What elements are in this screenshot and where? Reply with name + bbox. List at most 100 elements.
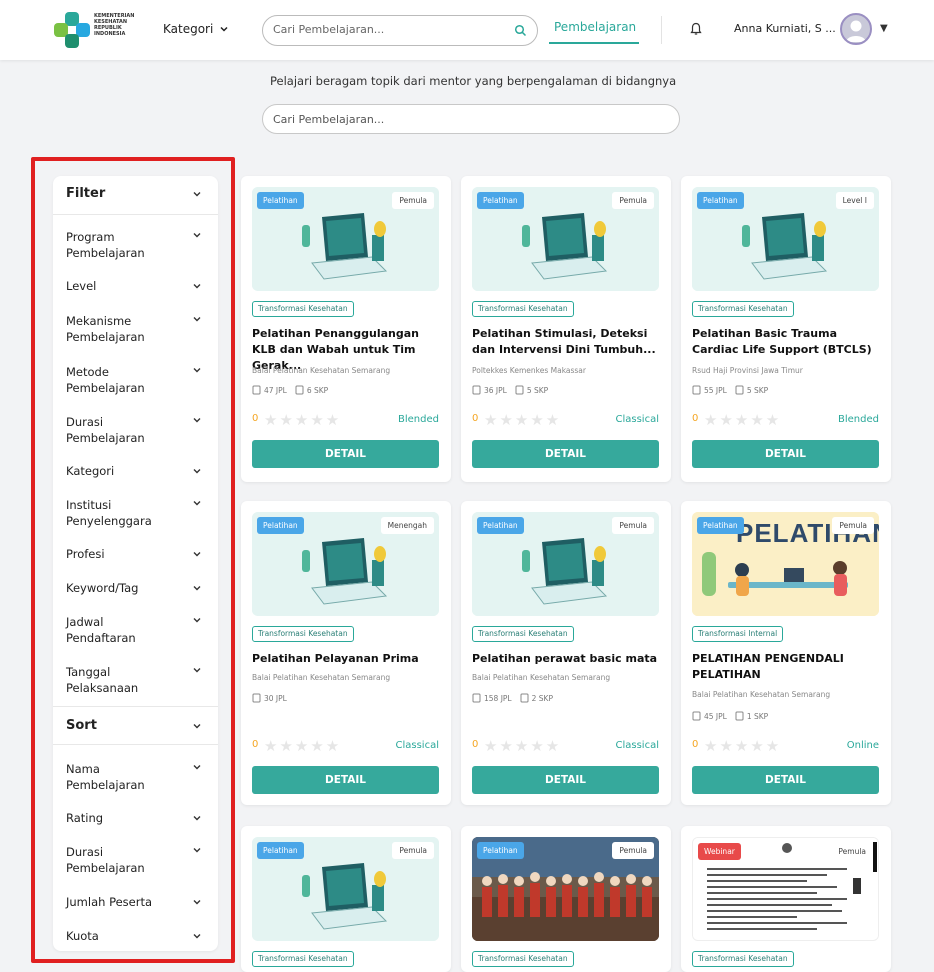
rating-value: 0 xyxy=(252,413,259,424)
search-icon[interactable] xyxy=(514,24,527,37)
kategori-label: Kategori xyxy=(163,22,214,36)
course-card[interactable]: PELATIHAN Pelatihan Pemula Transformasi … xyxy=(681,501,891,805)
course-meta: 55 JPL 5 SKP xyxy=(692,385,768,395)
nav-divider xyxy=(661,16,662,44)
page-tagline: Pelajari beragam topik dari mentor yang … xyxy=(270,74,677,88)
detail-button[interactable]: DETAIL xyxy=(692,440,879,468)
header-search xyxy=(262,15,538,46)
skp-meta: 1 SKP xyxy=(735,711,768,721)
course-title[interactable]: Pelatihan Stimulasi, Deteksi dan Interve… xyxy=(472,326,664,358)
course-level-badge: Level I xyxy=(835,192,874,209)
jpl-value: 158 JPL xyxy=(484,693,512,703)
skp-meta: 5 SKP xyxy=(735,385,768,395)
document-icon xyxy=(520,693,529,703)
sort-divider xyxy=(53,744,218,745)
course-meta: 158 JPL 2 SKP xyxy=(472,693,553,703)
course-title[interactable]: Pelatihan Pelayanan Prima xyxy=(252,651,444,667)
course-type-badge: Pelatihan xyxy=(257,517,304,534)
logo-text: KEMENTERIAN KESEHATAN REPUBLIK INDONESIA xyxy=(94,13,135,37)
course-type-badge: Pelatihan xyxy=(697,517,744,534)
course-level-badge: Menengah xyxy=(380,517,434,534)
kategori-dropdown[interactable]: Kategori xyxy=(163,22,229,36)
filter-item-label: Institusi Penyelenggara xyxy=(66,498,152,528)
course-institution: Balai Pelatihan Kesehatan Semarang xyxy=(252,366,391,375)
jpl-value: 47 JPL xyxy=(264,385,287,395)
filter-item-label: Level xyxy=(66,279,97,293)
chevron-down-icon xyxy=(193,501,201,506)
chevron-down-icon xyxy=(193,848,201,853)
kemenkes-logo[interactable]: KEMENTERIAN KESEHATAN REPUBLIK INDONESIA xyxy=(52,10,142,50)
course-rating: 0 ★★★★★ Classical xyxy=(252,737,439,755)
detail-button[interactable]: DETAIL xyxy=(252,440,439,468)
sort-header[interactable]: Sort xyxy=(53,718,218,734)
filter-item-label: Keyword/Tag xyxy=(66,581,139,595)
course-title[interactable]: PELATIHAN PENGENDALI PELATIHAN xyxy=(692,651,884,683)
filter-item-label: Durasi Pembelajaran xyxy=(66,415,145,445)
course-card[interactable]: Pelatihan Pemula Transformasi Kesehatan xyxy=(461,826,671,972)
course-card[interactable]: Pelatihan Menengah Transformasi Kesehata… xyxy=(241,501,451,805)
chevron-down-icon xyxy=(193,765,201,770)
rating-value: 0 xyxy=(692,413,699,424)
chevron-down-icon xyxy=(193,900,201,905)
detail-button[interactable]: DETAIL xyxy=(252,766,439,794)
course-card[interactable]: Pelatihan Pemula Transformasi Kesehatan … xyxy=(241,176,451,482)
skp-value: 1 SKP xyxy=(746,711,769,721)
course-title[interactable]: Pelatihan Basic Trauma Cardiac Life Supp… xyxy=(692,326,884,358)
logo-mark-icon xyxy=(54,12,90,48)
jpl-value: 45 JPL xyxy=(704,711,727,721)
course-mechanism: Classical xyxy=(615,740,660,751)
course-thumbnail: Pelatihan Menengah xyxy=(252,512,439,616)
header-search-input[interactable] xyxy=(273,23,503,36)
course-tag: Transformasi Kesehatan xyxy=(472,626,574,642)
skp-meta: 6 SKP xyxy=(295,385,328,395)
nav-pembelajaran[interactable]: Pembelajaran xyxy=(554,20,636,34)
chevron-down-icon xyxy=(193,233,201,238)
course-tag: Transformasi Kesehatan xyxy=(252,951,354,967)
star-rating-icon: ★★★★★ xyxy=(264,737,342,755)
course-thumbnail: Pelatihan Pemula xyxy=(252,187,439,291)
filter-item-label: Metode Pembelajaran xyxy=(66,365,145,395)
course-level-badge: Pemula xyxy=(612,517,654,534)
course-meta: 30 JPL xyxy=(252,693,287,703)
rating-value: 0 xyxy=(252,739,259,750)
document-icon xyxy=(735,711,744,721)
course-search-input[interactable] xyxy=(273,113,653,126)
user-name[interactable]: Anna Kurniati, S ... xyxy=(734,22,836,35)
course-institution: Balai Pelatihan Kesehatan Semarang xyxy=(252,673,391,682)
detail-button[interactable]: DETAIL xyxy=(472,440,659,468)
course-level-badge: Pemula xyxy=(612,842,654,859)
course-tag: Transformasi Kesehatan xyxy=(252,301,354,317)
chevron-down-icon xyxy=(193,284,201,289)
course-rating: 0 ★★★★★ Classical xyxy=(472,737,660,755)
course-card[interactable]: Pelatihan Level I Transformasi Kesehatan… xyxy=(681,176,891,482)
detail-button[interactable]: DETAIL xyxy=(472,766,659,794)
course-type-badge: Pelatihan xyxy=(257,192,304,209)
sort-item-label: Jumlah Peserta xyxy=(66,895,153,909)
course-mechanism: Blended xyxy=(838,414,879,425)
course-card[interactable]: Webinar Pemula Transformasi Kesehatan xyxy=(681,826,891,972)
top-navbar: KEMENTERIAN KESEHATAN REPUBLIK INDONESIA… xyxy=(0,0,934,60)
user-menu-caret-icon[interactable]: ▼ xyxy=(880,23,888,34)
filter-item-label: Kategori xyxy=(66,464,115,478)
course-card[interactable]: Pelatihan Pemula Transformasi Kesehatan xyxy=(241,826,451,972)
course-meta: 47 JPL 6 SKP xyxy=(252,385,328,395)
course-meta: 45 JPL 1 SKP xyxy=(692,711,768,721)
course-search xyxy=(262,104,680,134)
bell-icon[interactable] xyxy=(690,22,702,36)
course-thumbnail: Pelatihan Pemula xyxy=(252,837,439,941)
course-level-badge: Pemula xyxy=(392,192,434,209)
star-rating-icon: ★★★★★ xyxy=(264,411,342,429)
course-type-badge: Pelatihan xyxy=(477,192,524,209)
course-institution: Poltekkes Kemenkes Makassar xyxy=(472,366,586,375)
course-title[interactable]: Pelatihan perawat basic mata xyxy=(472,651,664,667)
course-institution: Balai Pelatihan Kesehatan Semarang xyxy=(472,673,611,682)
filter-header[interactable]: Filter xyxy=(53,186,218,202)
avatar[interactable] xyxy=(840,13,872,45)
course-thumbnail: Pelatihan Pemula xyxy=(472,837,659,941)
star-rating-icon: ★★★★★ xyxy=(484,411,562,429)
course-card[interactable]: Pelatihan Pemula Transformasi Kesehatan … xyxy=(461,176,671,482)
rating-value: 0 xyxy=(472,739,479,750)
detail-button[interactable]: DETAIL xyxy=(692,766,879,794)
course-tag: Transformasi Kesehatan xyxy=(692,951,794,967)
course-card[interactable]: Pelatihan Pemula Transformasi Kesehatan … xyxy=(461,501,671,805)
